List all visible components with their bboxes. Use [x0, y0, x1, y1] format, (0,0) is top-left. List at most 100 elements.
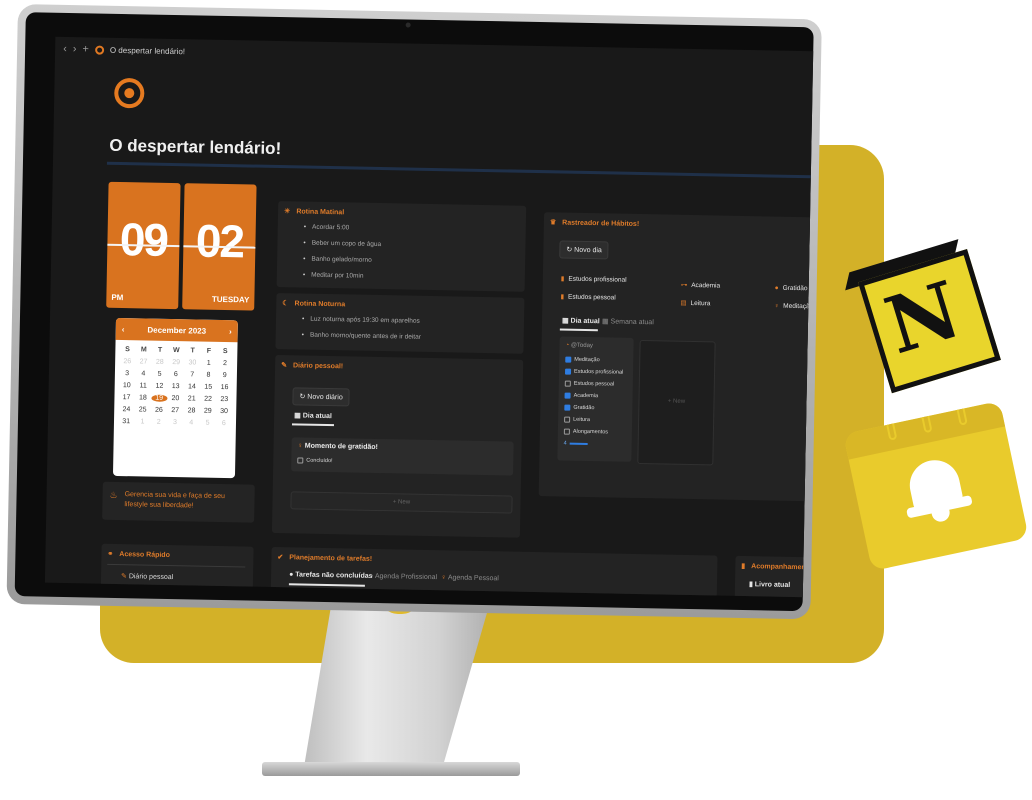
tab-agenda-pessoal[interactable]: ♀ Agenda Pessoal: [441, 574, 499, 582]
new-day-button[interactable]: ↻ Novo dia: [559, 240, 610, 260]
habit-check-row[interactable]: Alongamentos: [563, 428, 626, 436]
calendar-day[interactable]: 2: [150, 419, 166, 426]
calendar-day[interactable]: 4: [135, 370, 151, 377]
tab-title[interactable]: O despertar lendário!: [110, 45, 185, 55]
gratitude-check[interactable]: Concluído!: [297, 457, 333, 464]
table-icon: ▦: [294, 412, 301, 420]
calendar-day[interactable]: 6: [168, 371, 184, 378]
meditation-icon: ♀: [774, 302, 780, 310]
routine-item: Luz noturna após 19:30 em aparelhos: [302, 316, 421, 325]
calendar-day[interactable]: 27: [167, 407, 183, 414]
calendar-day[interactable]: 11: [135, 382, 151, 389]
calendar-day[interactable]: 7: [184, 371, 200, 378]
tab-livro-atual[interactable]: ▮ Livro atual: [749, 580, 790, 589]
checkbox[interactable]: [565, 356, 572, 363]
tab-dia-atual[interactable]: ▦ Dia atual: [294, 411, 332, 420]
pin-icon: ♀: [297, 442, 303, 450]
calendar-day[interactable]: 6: [216, 420, 232, 427]
checkbox[interactable]: [564, 380, 571, 387]
calendar-day[interactable]: 19: [150, 394, 168, 402]
checkbox[interactable]: [563, 428, 570, 435]
habit-check-row[interactable]: Academia: [564, 392, 627, 400]
calendar-dow: T: [190, 347, 195, 355]
habit-chip[interactable]: ▮ Estudos pessoal: [560, 292, 615, 301]
calendar-day[interactable]: 20: [167, 395, 183, 402]
calendar-day[interactable]: 24: [118, 406, 134, 413]
calendar-icon: ▦: [601, 318, 609, 326]
calendar-day[interactable]: 8: [200, 372, 216, 379]
calendar-day[interactable]: 15: [200, 384, 216, 391]
checkbox[interactable]: [564, 416, 571, 423]
add-icon[interactable]: +: [82, 43, 89, 55]
habit-tracker-panel: ♛ Rastreador de Hábitos! ↻ Novo dia ▮ Est…: [538, 212, 813, 502]
calendar-day[interactable]: 14: [184, 383, 200, 390]
calendar-day[interactable]: 18: [135, 394, 151, 401]
calendar-day[interactable]: 30: [184, 359, 200, 366]
calendar-day[interactable]: 27: [135, 358, 151, 365]
habit-check-row[interactable]: Gratidão: [564, 404, 626, 412]
calendar-day[interactable]: 26: [151, 407, 167, 414]
calendar-day[interactable]: 13: [167, 383, 183, 390]
habit-new-card[interactable]: + New: [637, 339, 716, 466]
habit-check-row[interactable]: Estudos profissional: [564, 368, 627, 376]
calendar-day[interactable]: 31: [118, 418, 134, 425]
calendar-day[interactable]: 1: [134, 418, 150, 425]
calendar-day[interactable]: 5: [199, 420, 215, 427]
routine-item: Acordar 5:00: [304, 224, 382, 232]
calendar-day[interactable]: 1: [200, 360, 216, 367]
today-habit-card[interactable]: ◔ @Today Meditação Estudos profissional Es…: [557, 336, 634, 462]
calendar-day[interactable]: 3: [119, 370, 135, 377]
calendar-day[interactable]: 21: [184, 395, 200, 402]
checkbox[interactable]: [297, 457, 304, 464]
calendar-day[interactable]: 2: [217, 360, 233, 367]
calendar-day[interactable]: 5: [151, 371, 167, 378]
chevron-right-icon[interactable]: ›: [229, 327, 232, 336]
habit-chip[interactable]: ♀ Meditação: [774, 303, 813, 311]
habit-chip[interactable]: ▮ Estudos profissional: [561, 274, 627, 283]
forward-arrow-icon[interactable]: ›: [73, 43, 77, 55]
calendar-day[interactable]: 29: [200, 408, 216, 415]
morning-routine-title: ☀ Rotina Matinal: [283, 207, 345, 216]
calendar-day[interactable]: 28: [152, 359, 168, 366]
new-journal-button[interactable]: ↻ Novo diário: [292, 387, 350, 407]
back-arrow-icon[interactable]: ‹: [63, 43, 67, 55]
gratitude-card[interactable]: ♀ Momento de gratidão! Concluído!: [291, 437, 514, 476]
habit-chip[interactable]: ⊶ Academia: [681, 281, 721, 290]
calendar-day[interactable]: 29: [168, 359, 184, 366]
calendar-day[interactable]: 3: [167, 419, 183, 426]
monitor-screen: ‹ › + O despertar lendário! O despertar …: [14, 12, 814, 612]
calendar-day[interactable]: 12: [151, 383, 167, 390]
target-icon[interactable]: [114, 77, 145, 109]
task-planning-panel: ✔ Planejamento de tarefas! ● Tarefas não…: [270, 546, 718, 598]
habit-check-row[interactable]: Meditação: [565, 356, 627, 364]
calendar-day[interactable]: 30: [216, 408, 232, 415]
calendar-day[interactable]: 17: [118, 394, 134, 401]
calendar-day[interactable]: 16: [216, 384, 232, 391]
calendar-day[interactable]: 4: [183, 419, 199, 426]
habit-check-row[interactable]: Leitura: [564, 416, 626, 424]
checkbox[interactable]: [564, 392, 571, 399]
clock-ampm: PM: [111, 292, 124, 303]
calendar-day[interactable]: 10: [119, 382, 135, 389]
habit-chip[interactable]: ▤ Leitura: [680, 299, 710, 308]
calendar-day[interactable]: 9: [217, 372, 233, 379]
habit-chip[interactable]: ● Gratidão: [775, 285, 808, 293]
calendar-day[interactable]: 22: [200, 396, 216, 403]
calendar-day[interactable]: 26: [119, 358, 135, 365]
tab-dia-atual[interactable]: ▦ Dia atual: [562, 317, 600, 326]
calendar-day[interactable]: 28: [183, 407, 199, 414]
journal-new-row[interactable]: + New: [290, 491, 513, 514]
checkbox[interactable]: [564, 404, 571, 411]
tab-semana-atual[interactable]: ▦ Semana atual: [602, 317, 654, 326]
journal-title: ✎ Diário pessoal!: [281, 361, 344, 370]
quick-access-item[interactable]: ✎ Diário pessoal: [121, 572, 173, 581]
chevron-left-icon[interactable]: ‹: [122, 325, 125, 334]
tab-agenda-profissional[interactable]: ◔ Agenda Profissional: [369, 573, 437, 581]
calendar-day[interactable]: 23: [216, 396, 232, 403]
calendar-day[interactable]: 25: [134, 406, 150, 413]
gratitude-card-title: ♀ Momento de gratidão!: [297, 442, 378, 451]
dumbbell-icon: ⊶: [680, 281, 688, 289]
tab-tarefas[interactable]: ● Tarefas não concluídas: [289, 571, 373, 580]
checkbox[interactable]: [564, 368, 572, 375]
habit-check-row[interactable]: Estudos pessoal: [564, 380, 627, 388]
